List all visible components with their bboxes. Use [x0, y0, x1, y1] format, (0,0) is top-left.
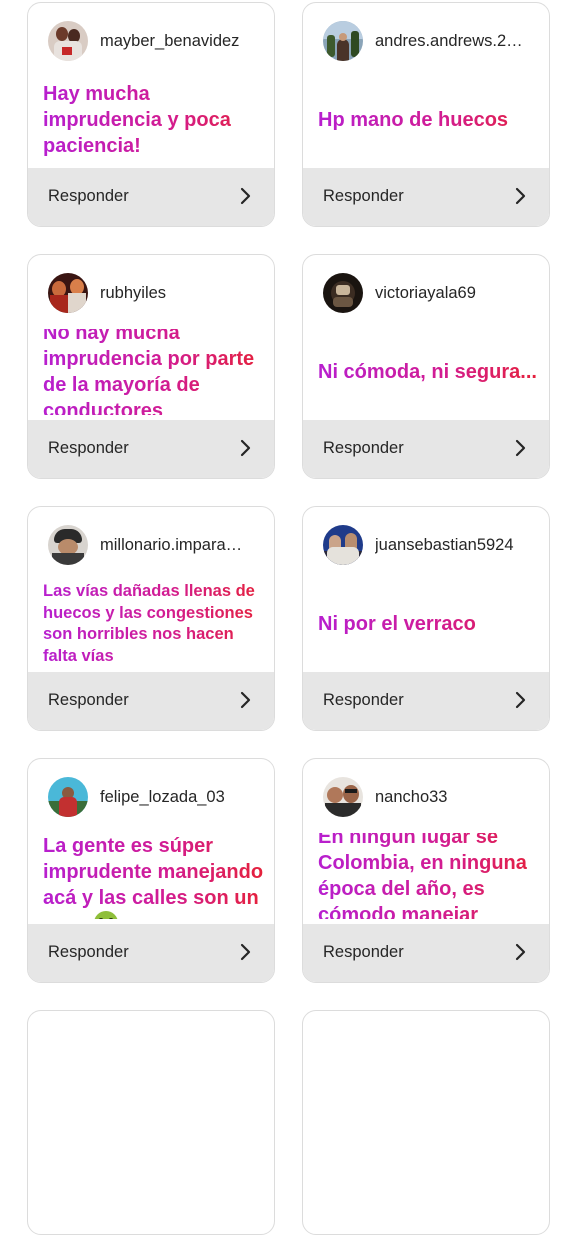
avatar[interactable]: [48, 777, 88, 817]
response-text: Ni cómoda, ni segura...: [318, 329, 539, 415]
avatar[interactable]: [323, 525, 363, 565]
chevron-right-icon: [240, 439, 251, 457]
reply-label: Responder: [323, 691, 404, 709]
reply-button[interactable]: Responder: [28, 168, 274, 226]
avatar[interactable]: [323, 273, 363, 313]
reply-label: Responder: [323, 187, 404, 205]
username[interactable]: nancho33: [375, 788, 535, 807]
avatar[interactable]: [48, 525, 88, 565]
chevron-right-icon: [240, 691, 251, 709]
response-text: Hay mucha imprudencia y poca paciencia!: [43, 77, 264, 163]
response-card[interactable]: andres.andrews.2… Hp mano de huecos Resp…: [302, 2, 550, 227]
reply-label: Responder: [323, 439, 404, 457]
card-header: mayber_benavidez: [48, 21, 258, 61]
reply-label: Responder: [48, 691, 129, 709]
avatar[interactable]: [323, 21, 363, 61]
card-header: nancho33: [323, 777, 533, 817]
avatar[interactable]: [323, 777, 363, 817]
card-header: millonario.impara…: [48, 525, 258, 565]
card-header: victoriayala69: [323, 273, 533, 313]
reply-button[interactable]: Responder: [28, 924, 274, 982]
username[interactable]: rubhyiles: [100, 284, 260, 303]
response-card-partial[interactable]: [27, 1010, 275, 1235]
avatar[interactable]: [48, 273, 88, 313]
response-card[interactable]: mayber_benavidez Hay mucha imprudencia y…: [27, 2, 275, 227]
username[interactable]: mayber_benavidez: [100, 32, 260, 51]
nauseated-face-emoji: [94, 911, 119, 919]
response-text: Hp mano de huecos: [318, 77, 539, 163]
reply-button[interactable]: Responder: [303, 420, 549, 478]
username[interactable]: millonario.impara…: [100, 536, 260, 555]
response-text: En ningún lugar se Colombia, en ninguna …: [318, 833, 539, 919]
reply-button[interactable]: Responder: [28, 672, 274, 730]
reply-button[interactable]: Responder: [303, 672, 549, 730]
response-text-content: La gente es súper imprudente manejando a…: [43, 835, 264, 909]
chevron-right-icon: [515, 187, 526, 205]
avatar[interactable]: [48, 21, 88, 61]
reply-label: Responder: [48, 943, 129, 961]
chevron-right-icon: [515, 439, 526, 457]
reply-label: Responder: [323, 943, 404, 961]
username[interactable]: felipe_lozada_03: [100, 788, 260, 807]
username[interactable]: victoriayala69: [375, 284, 535, 303]
chevron-right-icon: [515, 691, 526, 709]
response-text: La gente es súper imprudente manejando a…: [43, 833, 264, 919]
response-card[interactable]: millonario.impara… Las vías dañadas llen…: [27, 506, 275, 731]
response-card[interactable]: nancho33 En ningún lugar se Colombia, en…: [302, 758, 550, 983]
story-responses-grid: mayber_benavidez Hay mucha imprudencia y…: [0, 0, 578, 1235]
card-header: juansebastian5924: [323, 525, 533, 565]
reply-button[interactable]: Responder: [303, 924, 549, 982]
response-card[interactable]: juansebastian5924 Ni por el verraco Resp…: [302, 506, 550, 731]
chevron-right-icon: [240, 943, 251, 961]
response-card-partial[interactable]: [302, 1010, 550, 1235]
card-header: andres.andrews.2…: [323, 21, 533, 61]
response-text: Las vías dañadas llenas de huecos y las …: [43, 581, 264, 667]
response-card[interactable]: victoriayala69 Ni cómoda, ni segura... R…: [302, 254, 550, 479]
response-text: No hay mucha imprudencia por parte de la…: [43, 329, 264, 415]
reply-label: Responder: [48, 187, 129, 205]
response-card[interactable]: rubhyiles No hay mucha imprudencia por p…: [27, 254, 275, 479]
username[interactable]: andres.andrews.2…: [375, 32, 535, 51]
username[interactable]: juansebastian5924: [375, 536, 535, 555]
reply-label: Responder: [48, 439, 129, 457]
reply-button[interactable]: Responder: [28, 420, 274, 478]
card-header: rubhyiles: [48, 273, 258, 313]
chevron-right-icon: [240, 187, 251, 205]
chevron-right-icon: [515, 943, 526, 961]
response-text: Ni por el verraco: [318, 581, 539, 667]
card-header: felipe_lozada_03: [48, 777, 258, 817]
reply-button[interactable]: Responder: [303, 168, 549, 226]
response-card[interactable]: felipe_lozada_03 La gente es súper impru…: [27, 758, 275, 983]
